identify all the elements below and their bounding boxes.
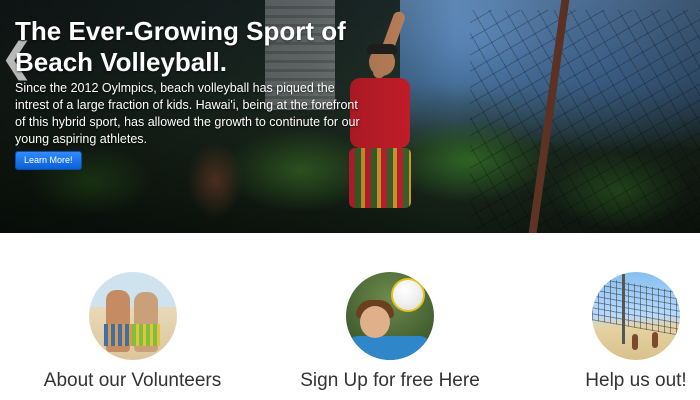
player-face (360, 306, 390, 338)
hero-banner: ❮ The Ever-Growing Sport of Beach Volley… (0, 0, 700, 233)
feature-signup[interactable]: Sign Up for free Here (285, 272, 495, 392)
learn-more-button[interactable]: Learn More! (15, 151, 82, 170)
player-with-ball-photo[interactable] (346, 272, 434, 360)
feature-label-signup[interactable]: Sign Up for free Here (285, 370, 495, 392)
beach-figure-1 (632, 334, 638, 350)
volunteer-shorts-1 (103, 324, 132, 346)
feature-label-help[interactable]: Help us out! (575, 370, 697, 392)
feature-help[interactable]: Help us out! (575, 272, 697, 392)
volleyball-net-beach-photo[interactable] (592, 272, 680, 360)
hero-title: The Ever-Growing Sport of Beach Volleyba… (15, 16, 346, 77)
feature-label-volunteers[interactable]: About our Volunteers (30, 370, 235, 392)
volunteer-shorts-2 (131, 324, 160, 346)
volunteers-photo[interactable] (88, 272, 177, 360)
net-post (622, 274, 625, 344)
hero-description: Since the 2012 Oylmpics, beach volleybal… (15, 81, 360, 146)
volleyball-icon (391, 278, 425, 312)
beach-figure-2 (652, 332, 658, 348)
beach-net (592, 276, 680, 336)
player-shirt (348, 336, 430, 360)
feature-volunteers[interactable]: About our Volunteers (30, 272, 235, 392)
